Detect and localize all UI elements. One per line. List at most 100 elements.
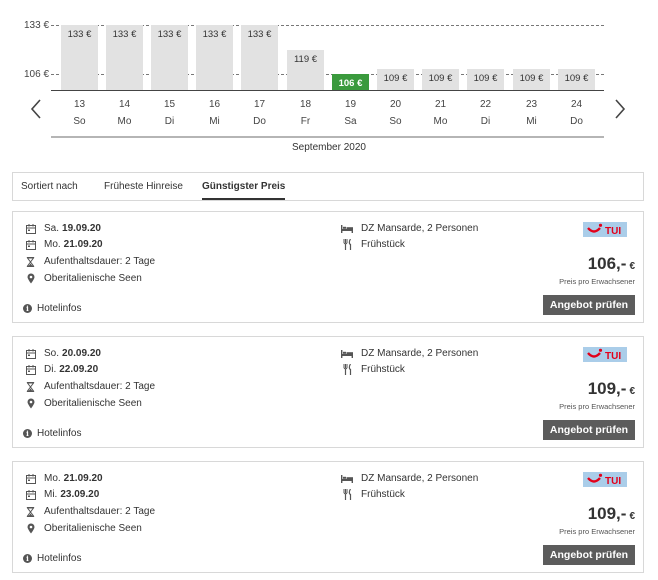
stay-duration: Aufenthaltsdauer: 2 Tage (25, 381, 155, 392)
price-bar-23[interactable]: 109 € (513, 69, 550, 90)
sort-option-cheapest[interactable]: Günstigster Preis (202, 181, 286, 200)
check-offer-button[interactable]: Angebot prüfen (543, 545, 635, 565)
day-number: 14 (118, 99, 131, 110)
price-bar-19[interactable]: 106 € (332, 74, 369, 90)
board-text: Frühstück (361, 239, 405, 250)
price-bar-17[interactable]: 133 € (241, 25, 278, 90)
calendar-icon (25, 348, 36, 359)
sort-option-earliest[interactable]: Früheste Hinreise (104, 181, 183, 198)
return-date-value: 22.09.20 (59, 364, 99, 375)
hourglass-icon (25, 256, 36, 267)
day-column-18[interactable]: 18 Fr (287, 96, 324, 130)
day-column-24[interactable]: 24 Do (558, 96, 595, 130)
board-type: Frühstück (341, 239, 405, 250)
svg-text:TUI: TUI (605, 226, 621, 236)
price-value: 109,- (587, 379, 627, 398)
check-offer-button[interactable]: Angebot prüfen (543, 295, 635, 315)
price-bar-label: 133 € (202, 29, 227, 40)
day-weekday: Di (164, 116, 175, 127)
tui-logo: TUI (583, 222, 627, 237)
hotel-info-link[interactable]: i Hotelinfos (23, 553, 81, 564)
hotel-info-label: Hotelinfos (37, 553, 82, 564)
offer-price: 106,- € (588, 254, 635, 274)
return-date: Mi. 23.09.20 (25, 489, 99, 500)
cutlery-icon (341, 489, 353, 500)
day-weekday: Fr (300, 116, 311, 127)
offer-card-1: Sa. 19.09.20 Mo. 21.09.20 Aufenthaltsdauer… (12, 211, 644, 323)
bed-icon (341, 223, 353, 234)
info-icon: i (23, 554, 32, 563)
map-pin-icon (25, 273, 36, 284)
offer-price: 109,- € (588, 504, 635, 524)
calendar-icon (25, 364, 36, 375)
day-column-20[interactable]: 20 So (377, 96, 414, 130)
price-bar-16[interactable]: 133 € (196, 25, 233, 90)
departure-weekday: Mo. (44, 473, 61, 484)
day-weekday: Mi (526, 116, 537, 127)
hourglass-icon (25, 381, 36, 392)
hotel-info-link[interactable]: i Hotelinfos (23, 428, 81, 439)
region-text: Oberitalienische Seen (44, 398, 142, 409)
day-column-23[interactable]: 23 Mi (513, 96, 550, 130)
day-weekday: Di (480, 116, 491, 127)
price-note: Preis pro Erwachsener (559, 277, 635, 286)
offer-card-2: So. 20.09.20 Di. 22.09.20 Aufenthaltsdauer… (12, 336, 644, 448)
day-column-22[interactable]: 22 Di (467, 96, 504, 130)
hotel-info-link[interactable]: i Hotelinfos (23, 303, 81, 314)
price-bar-20[interactable]: 109 € (377, 69, 414, 90)
day-number: 18 (299, 99, 312, 110)
sort-label: Sortiert nach (21, 181, 78, 192)
check-offer-button[interactable]: Angebot prüfen (543, 420, 635, 440)
price-bar-21[interactable]: 109 € (422, 69, 459, 90)
price-bar-label: 133 € (67, 29, 92, 40)
price-bar-label: 109 € (564, 73, 589, 84)
room-text: DZ Mansarde, 2 Personen (361, 223, 479, 234)
month-label: September 2020 (292, 142, 366, 153)
region: Oberitalienische Seen (25, 523, 142, 534)
room-type: DZ Mansarde, 2 Personen (341, 348, 478, 359)
room-text: DZ Mansarde, 2 Personen (361, 348, 479, 359)
price-bar-13[interactable]: 133 € (61, 25, 98, 90)
departure-date-value: 20.09.20 (62, 348, 101, 359)
calendar-icon (25, 223, 36, 234)
return-date-value: 21.09.20 (63, 239, 103, 250)
price-bar-label: 109 € (428, 73, 453, 84)
price-bar-15[interactable]: 133 € (151, 25, 188, 90)
price-bar-24[interactable]: 109 € (558, 69, 595, 90)
stay-duration: Aufenthaltsdauer: 2 Tage (25, 506, 155, 517)
return-date-value: 23.09.20 (60, 489, 100, 500)
day-number: 23 (525, 99, 538, 110)
calendar-icon (25, 239, 36, 250)
room-text: DZ Mansarde, 2 Personen (361, 473, 479, 484)
day-column-16[interactable]: 16 Mi (196, 96, 233, 130)
day-column-21[interactable]: 21 Mo (422, 96, 459, 130)
price-bar-14[interactable]: 133 € (106, 25, 143, 90)
hourglass-icon (25, 506, 36, 517)
price-bar-label: 109 € (473, 73, 498, 84)
day-column-15[interactable]: 15 Di (151, 96, 188, 130)
price-currency: € (629, 386, 635, 397)
price-bar-label: 106 € (338, 78, 363, 89)
price-bar-label: 133 € (157, 29, 182, 40)
svg-text:TUI: TUI (605, 351, 621, 361)
region: Oberitalienische Seen (25, 398, 142, 409)
departure-weekday: Sa. (44, 223, 60, 234)
board-type: Frühstück (341, 489, 405, 500)
day-number: 19 (344, 99, 357, 110)
day-column-19[interactable]: 19 Sa (332, 96, 369, 130)
next-arrow[interactable] (612, 98, 628, 120)
day-number: 21 (434, 99, 447, 110)
day-column-13[interactable]: 13 So (61, 96, 98, 130)
offer-card-3: Mo. 21.09.20 Mi. 23.09.20 Aufenthaltsdauer… (12, 461, 644, 573)
return-weekday: Mi. (44, 489, 58, 500)
price-bar-18[interactable]: 119 € (287, 50, 324, 90)
price-bar-label: 133 € (247, 29, 272, 40)
departure-date-value: 21.09.20 (63, 473, 103, 484)
bed-icon (341, 348, 353, 359)
price-bar-22[interactable]: 109 € (467, 69, 504, 90)
day-column-17[interactable]: 17 Do (241, 96, 278, 130)
day-number: 22 (479, 99, 492, 110)
prev-arrow[interactable] (28, 98, 44, 120)
day-weekday: Do (253, 116, 266, 127)
day-column-14[interactable]: 14 Mo (106, 96, 143, 130)
